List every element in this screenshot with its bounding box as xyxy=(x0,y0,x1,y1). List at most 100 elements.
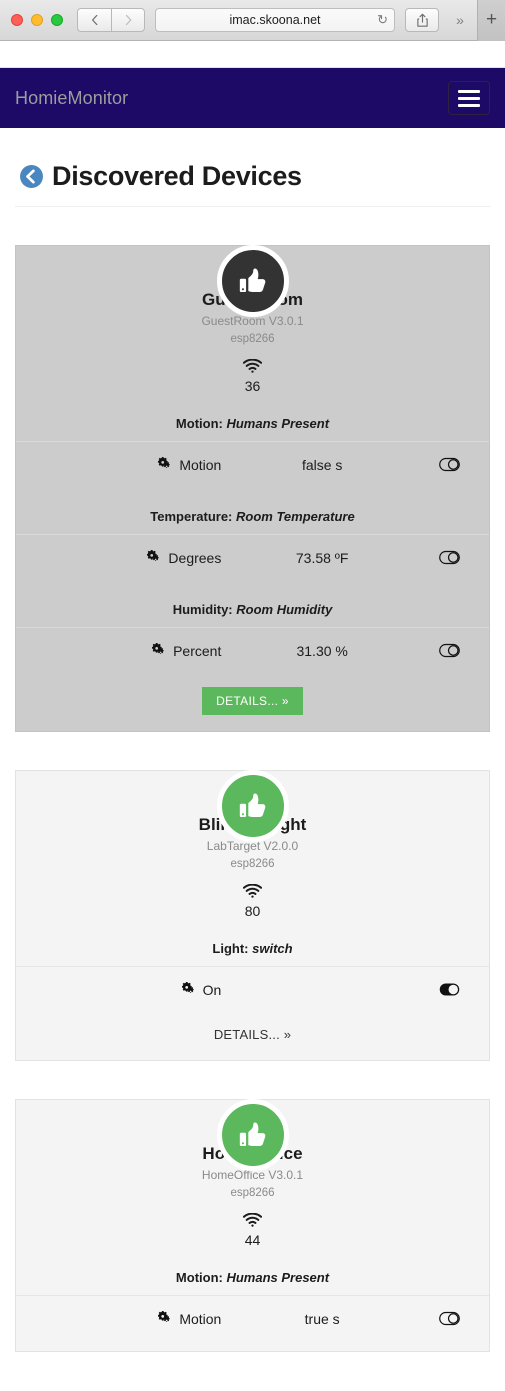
toolbar-overflow-button[interactable]: » xyxy=(445,8,475,32)
device-card-footer: DETAILS... » xyxy=(16,1012,489,1060)
maximize-window-button[interactable] xyxy=(51,14,63,26)
device-status-badge xyxy=(216,1099,289,1171)
window-traffic-lights xyxy=(11,14,63,26)
property-toggle[interactable] xyxy=(423,550,475,565)
browser-tab-strip xyxy=(0,41,505,68)
hamburger-menu-icon[interactable] xyxy=(448,81,490,115)
device-signal-value: 80 xyxy=(244,903,261,919)
wifi-icon xyxy=(243,1213,262,1227)
device-status-badge xyxy=(216,245,289,317)
node-label: Humidity: Room Humidity xyxy=(16,580,489,627)
property-row: Percent 31.30 % xyxy=(16,627,489,673)
device-card-footer xyxy=(16,1341,489,1351)
hamburger-bar xyxy=(458,96,480,100)
property-row: Motion true s xyxy=(16,1295,489,1341)
node-label-name: Humans Present xyxy=(226,416,330,431)
property-row: On xyxy=(16,966,489,1012)
property-value: 73.58 ºF xyxy=(295,549,349,566)
device-status-badge xyxy=(216,770,289,842)
property-toggle[interactable] xyxy=(423,1311,475,1326)
property-toggle[interactable] xyxy=(423,457,475,472)
node-label-prefix: Motion: xyxy=(175,416,227,431)
node-label-name: switch xyxy=(252,941,293,956)
details-link[interactable]: DETAILS... » xyxy=(214,1027,291,1042)
property-name-label: Motion xyxy=(179,456,222,473)
share-icon xyxy=(416,13,428,27)
wifi-icon xyxy=(243,359,262,373)
device-signal: 80 xyxy=(16,884,489,919)
node-label-prefix: Temperature: xyxy=(150,509,236,524)
cogs-icon xyxy=(158,1311,171,1322)
address-bar[interactable]: imac.skoona.net ↻ xyxy=(155,8,395,32)
device-signal: 44 xyxy=(16,1213,489,1248)
device-signal-value: 44 xyxy=(244,1232,261,1248)
device-card: Blinking light LabTarget V2.0.0 esp8266 … xyxy=(15,770,490,1061)
property-name: Motion xyxy=(30,1311,221,1327)
node-label: Temperature: Room Temperature xyxy=(16,487,489,534)
back-arrow-circle-icon[interactable] xyxy=(19,164,44,189)
device-signal-value: 36 xyxy=(244,378,261,394)
device-chip: esp8266 xyxy=(230,858,275,870)
property-name: Percent xyxy=(30,643,221,659)
new-tab-button[interactable]: + xyxy=(477,0,505,41)
device-card: Home Office HomeOffice V3.0.1 esp8266 44… xyxy=(15,1099,490,1352)
property-toggle[interactable] xyxy=(423,982,475,997)
details-button[interactable]: DETAILS... » xyxy=(202,687,303,715)
node-label: Motion: Humans Present xyxy=(16,1248,489,1295)
close-window-button[interactable] xyxy=(11,14,23,26)
node-label: Light: switch xyxy=(16,919,489,966)
node-label-name: Room Temperature xyxy=(236,509,355,524)
node-label-name: Humans Present xyxy=(226,1270,330,1285)
page-header: Discovered Devices xyxy=(15,128,490,207)
hamburger-bar xyxy=(458,103,480,107)
property-toggle[interactable] xyxy=(423,643,475,658)
device-card: Guest Room GuestRoom V3.0.1 esp8266 36 M… xyxy=(15,245,490,732)
toggle-off-icon[interactable] xyxy=(438,457,460,472)
property-row: Degrees 73.58 ºF xyxy=(16,534,489,580)
device-list: Guest Room GuestRoom V3.0.1 esp8266 36 M… xyxy=(15,245,490,1352)
browser-back-button[interactable] xyxy=(77,8,111,32)
device-card-footer: DETAILS... » xyxy=(16,673,489,731)
browser-forward-button[interactable] xyxy=(111,8,145,32)
toggle-off-icon[interactable] xyxy=(438,643,460,658)
node-label-prefix: Motion: xyxy=(175,1270,227,1285)
share-button[interactable] xyxy=(405,8,439,32)
property-name: Motion xyxy=(30,457,221,473)
property-value: false s xyxy=(301,456,343,473)
property-value: 31.30 % xyxy=(296,642,348,659)
toggle-off-icon[interactable] xyxy=(438,550,460,565)
device-nodes: Motion: Humans Present Motion true s xyxy=(16,1248,489,1341)
device-card-body: Guest Room GuestRoom V3.0.1 esp8266 36 M… xyxy=(15,245,490,732)
property-value: true s xyxy=(304,1310,340,1327)
device-nodes: Light: switch On xyxy=(16,919,489,1012)
device-nodes: Motion: Humans Present Motion false s Tem… xyxy=(16,394,489,673)
chevron-right-icon xyxy=(125,14,131,26)
reload-icon[interactable]: ↻ xyxy=(377,12,388,28)
device-chip: esp8266 xyxy=(230,1187,275,1199)
toggle-on-icon[interactable] xyxy=(439,982,460,997)
thumbs-up-icon xyxy=(239,793,265,818)
hamburger-bar xyxy=(458,89,480,93)
page-title: Discovered Devices xyxy=(52,161,302,191)
device-chip: esp8266 xyxy=(230,333,275,345)
browser-navigation-buttons xyxy=(77,8,145,32)
thumbs-up-icon xyxy=(239,1122,265,1147)
cogs-icon xyxy=(152,643,164,654)
node-label-prefix: Humidity: xyxy=(172,602,237,617)
cogs-icon xyxy=(147,550,160,561)
app-navbar: HomieMonitor xyxy=(0,68,505,128)
node-label-name: Room Humidity xyxy=(236,602,333,617)
toggle-off-icon[interactable] xyxy=(438,1311,460,1326)
cogs-icon xyxy=(158,457,171,468)
url-text: imac.skoona.net xyxy=(229,13,321,27)
minimize-window-button[interactable] xyxy=(31,14,43,26)
node-label-prefix: Light: xyxy=(212,941,253,956)
app-brand[interactable]: HomieMonitor xyxy=(15,88,128,109)
page-content: Discovered Devices Guest Room GuestRoom … xyxy=(0,128,505,1352)
wifi-icon xyxy=(243,884,262,898)
property-name-label: Degrees xyxy=(168,549,222,566)
property-name-label: Percent xyxy=(173,642,222,659)
thumbs-up-icon xyxy=(239,268,265,293)
property-name-label: On xyxy=(202,981,222,998)
device-signal: 36 xyxy=(16,359,489,394)
